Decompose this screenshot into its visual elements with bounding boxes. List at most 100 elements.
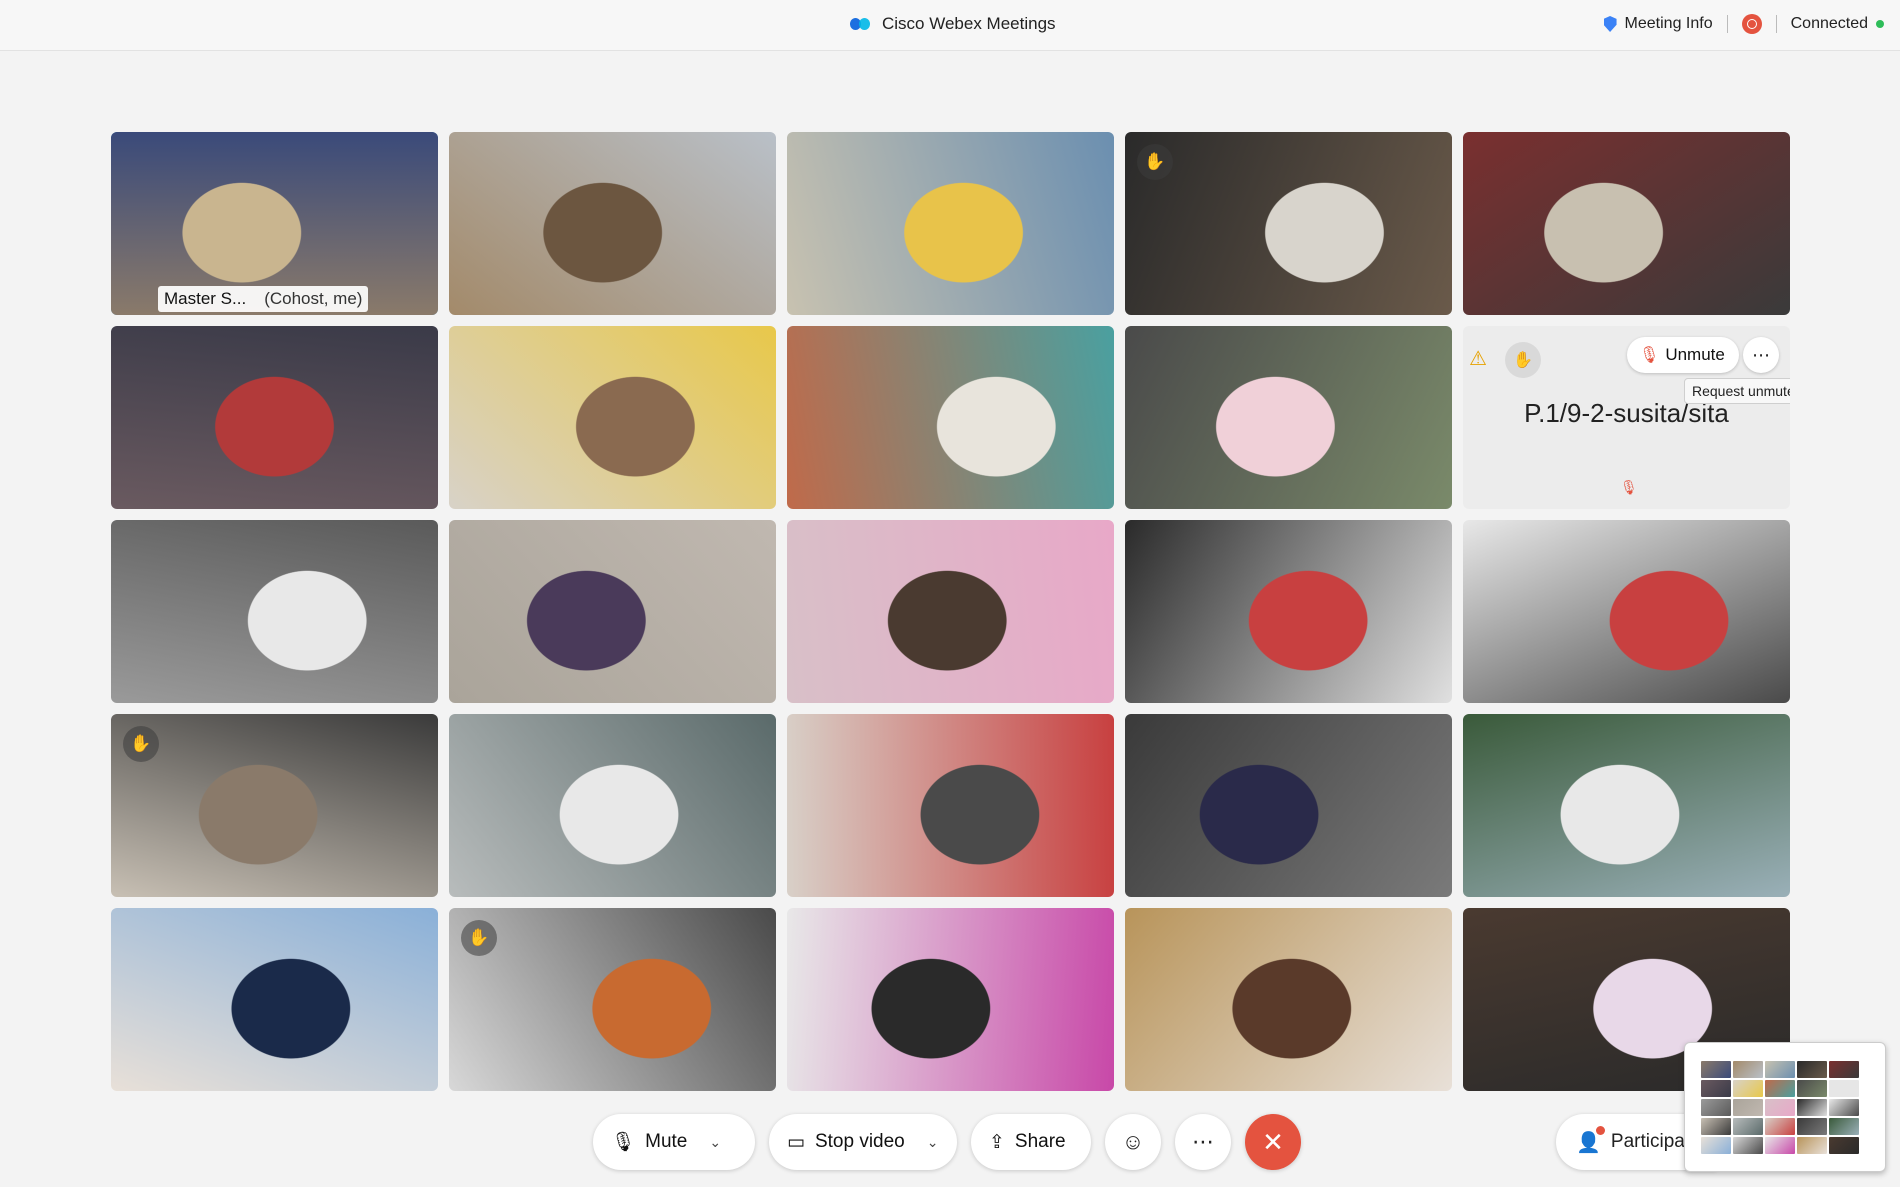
video-feed — [787, 132, 1114, 315]
stop-video-button[interactable]: ▭ Stop video ⌄ — [769, 1114, 957, 1170]
minimap-tile — [1765, 1137, 1795, 1154]
raised-hand-icon: ✋ — [1137, 144, 1173, 180]
video-feed — [1125, 326, 1452, 509]
video-feed — [111, 908, 438, 1091]
participant-video-tile[interactable]: Master S... (Cohost, me) — [111, 132, 438, 315]
video-feed — [1125, 520, 1452, 703]
minimap-tile — [1765, 1080, 1795, 1097]
participant-video-tile[interactable] — [111, 520, 438, 703]
video-feed — [787, 714, 1114, 897]
recording-icon[interactable] — [1741, 14, 1762, 34]
video-feed — [1125, 714, 1452, 897]
participant-video-tile[interactable] — [449, 326, 776, 509]
chevron-down-icon[interactable]: ⌄ — [709, 1134, 721, 1151]
participant-video-tile[interactable] — [1125, 908, 1452, 1091]
minimap-tile — [1701, 1137, 1731, 1154]
minimap-tile — [1733, 1137, 1763, 1154]
grid-minimap[interactable] — [1684, 1042, 1886, 1172]
video-feed — [787, 908, 1114, 1091]
participant-video-tile[interactable] — [111, 908, 438, 1091]
shield-icon — [1603, 16, 1617, 32]
minimap-tile — [1797, 1118, 1827, 1135]
video-camera-icon: ▭ — [787, 1131, 805, 1153]
video-feed — [787, 520, 1114, 703]
minimap-tile — [1829, 1061, 1859, 1078]
participant-video-tile[interactable] — [1125, 714, 1452, 897]
more-icon: ⋯ — [1192, 1129, 1214, 1154]
video-feed — [1125, 132, 1452, 315]
mute-button[interactable]: 🎙 Mute ⌄ — [593, 1114, 755, 1170]
microphone-muted-icon: 🎙 — [1639, 347, 1660, 364]
video-feed — [1463, 132, 1790, 315]
video-feed — [111, 326, 438, 509]
participant-more-button[interactable]: ⋯ — [1743, 337, 1779, 373]
leave-meeting-button[interactable]: ✕ — [1245, 1114, 1301, 1170]
participant-video-tile[interactable] — [449, 714, 776, 897]
unmute-label: Unmute — [1665, 345, 1725, 364]
minimap-tile — [1829, 1137, 1859, 1154]
video-feed — [1463, 714, 1790, 897]
minimap-tile — [1733, 1099, 1763, 1116]
chevron-down-icon[interactable]: ⌄ — [927, 1134, 939, 1151]
minimap-tile — [1829, 1118, 1859, 1135]
participant-video-tile[interactable] — [787, 520, 1114, 703]
divider — [1726, 15, 1728, 33]
participant-video-tile[interactable] — [1463, 714, 1790, 897]
meeting-controls: 🎙 Mute ⌄ ▭ Stop video ⌄ ⇪ Share ☺ ⋯ ✕ — [593, 1114, 1301, 1170]
participant-video-tile[interactable] — [787, 132, 1114, 315]
participant-video-tile[interactable]: ✋ — [449, 908, 776, 1091]
stop-video-label: Stop video — [814, 1131, 905, 1152]
participant-video-tile[interactable] — [449, 520, 776, 703]
minimap-tile — [1733, 1061, 1763, 1078]
minimap-tile — [1797, 1061, 1827, 1078]
participant-video-tile[interactable] — [787, 908, 1114, 1091]
participant-role: (Cohost, me) — [264, 289, 363, 308]
mute-label: Mute — [645, 1131, 688, 1152]
participant-video-tile[interactable]: ✋ — [111, 714, 438, 897]
raised-hand-icon: ✋ — [123, 726, 159, 762]
participant-video-tile[interactable] — [787, 326, 1114, 509]
minimap-tile — [1733, 1118, 1763, 1135]
connection-status-label: Connected — [1790, 15, 1868, 32]
share-icon: ⇪ — [989, 1131, 1005, 1153]
connection-status: Connected — [1791, 15, 1884, 33]
divider — [1775, 15, 1777, 33]
participant-video-tile[interactable] — [1463, 132, 1790, 315]
video-feed — [449, 714, 776, 897]
minimap-tile — [1797, 1080, 1827, 1097]
tooltip: Request unmute — [1684, 378, 1790, 404]
video-feed — [449, 326, 776, 509]
participant-video-tile[interactable] — [449, 132, 776, 315]
minimap-tile — [1765, 1099, 1795, 1116]
video-feed — [111, 520, 438, 703]
video-feed — [111, 714, 438, 897]
minimap-tile — [1797, 1099, 1827, 1116]
more-options-button[interactable]: ⋯ — [1175, 1114, 1231, 1170]
reactions-button[interactable]: ☺ — [1105, 1114, 1161, 1170]
emoji-icon: ☺ — [1121, 1129, 1145, 1154]
share-button[interactable]: ⇪ Share — [971, 1114, 1091, 1170]
video-feed — [449, 132, 776, 315]
participant-video-tile[interactable] — [1463, 520, 1790, 703]
video-feed — [787, 326, 1114, 509]
video-feed — [449, 908, 776, 1091]
microphone-icon: 🎙 — [611, 1132, 636, 1153]
raised-hand-icon[interactable]: ✋ — [1505, 342, 1541, 378]
participant-video-tile[interactable] — [1125, 520, 1452, 703]
video-feed — [1463, 520, 1790, 703]
minimap-tile — [1701, 1099, 1731, 1116]
meeting-info-button[interactable]: Meeting Info — [1603, 15, 1713, 33]
participant-video-tile[interactable]: ✋ — [1125, 132, 1452, 315]
minimap-tile — [1765, 1118, 1795, 1135]
minimap-tile — [1765, 1061, 1795, 1078]
warning-icon: ⚠ — [1469, 348, 1487, 370]
app-title: Cisco Webex Meetings — [850, 14, 1056, 34]
video-feed — [449, 520, 776, 703]
webex-logo-icon — [850, 16, 872, 32]
participant-video-tile[interactable] — [111, 326, 438, 509]
title-bar: Cisco Webex Meetings Meeting Info Connec… — [0, 0, 1900, 51]
unmute-button[interactable]: 🎙 Unmute — [1627, 337, 1739, 373]
participant-audio-tile[interactable]: ⚠ ✋ 🎙 Unmute ⋯ Request unmute P.1/9-2-susita/s… — [1463, 326, 1790, 509]
participant-video-tile[interactable] — [1125, 326, 1452, 509]
participant-video-tile[interactable] — [787, 714, 1114, 897]
